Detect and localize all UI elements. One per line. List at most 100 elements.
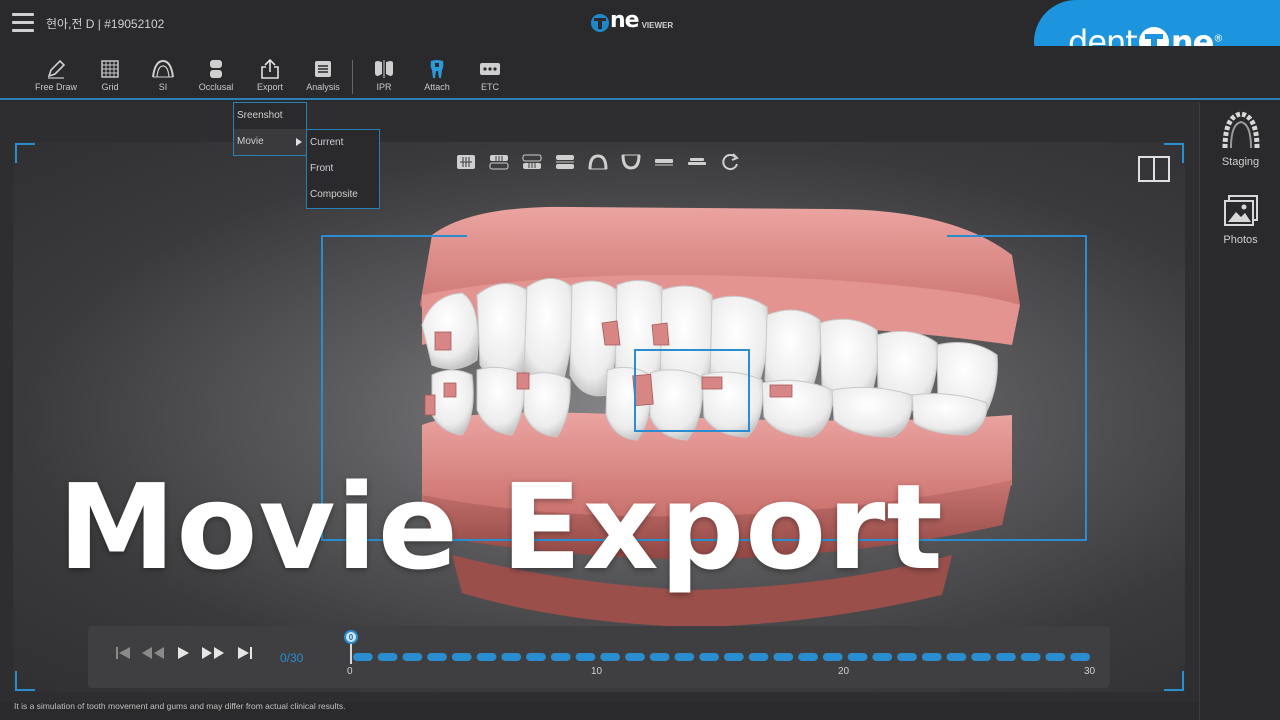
split-view-icon[interactable] — [1138, 156, 1170, 182]
occlusal-button[interactable]: Occlusal — [188, 58, 244, 92]
menu-item-movie[interactable]: Movie — [234, 129, 306, 155]
submenu-item-composite[interactable]: Composite — [307, 182, 379, 208]
etc-button[interactable]: ETC — [462, 58, 518, 92]
attach-button[interactable]: Attach — [409, 58, 465, 92]
timeline-track[interactable] — [350, 653, 1092, 661]
hamburger-menu-icon[interactable] — [12, 13, 34, 33]
lower-arch-icon — [621, 154, 641, 170]
play-icon[interactable] — [176, 646, 190, 666]
free-draw-button[interactable]: Free Draw — [28, 58, 84, 92]
menu-item-screenshot[interactable]: Sreenshot — [234, 103, 306, 129]
grid-icon — [101, 60, 119, 78]
upper-arch-icon — [588, 154, 608, 170]
timeline-step-18[interactable] — [773, 653, 794, 661]
timeline-step-4[interactable] — [427, 653, 447, 661]
disclaimer-text: It is a simulation of tooth movement and… — [14, 701, 346, 711]
analysis-icon — [315, 61, 331, 77]
viewport-corner-br — [1164, 671, 1184, 691]
headline-title: Movie Export — [58, 458, 944, 596]
skip-to-start-icon[interactable] — [114, 646, 132, 666]
timeline-step-5[interactable] — [451, 653, 472, 661]
timeline-step-19[interactable] — [798, 653, 818, 661]
timeline-step-6[interactable] — [476, 653, 497, 661]
timeline-step-29[interactable] — [1045, 653, 1066, 661]
timeline-step-3[interactable] — [402, 653, 423, 661]
timeline-step-1[interactable] — [353, 653, 373, 661]
analysis-button[interactable]: Analysis — [295, 58, 351, 92]
timeline-step-25[interactable] — [946, 653, 967, 661]
timeline-step-12[interactable] — [625, 653, 645, 661]
right-sidebar: Staging Photos — [1199, 102, 1280, 720]
oneviewer-logo: ne VIEWER — [590, 9, 673, 33]
rotate-view-button[interactable] — [719, 152, 741, 172]
frame-counter: 0/30 — [280, 651, 304, 665]
playback-bar: 0/30 0 0 10 20 30 — [88, 626, 1110, 688]
side-upper-icon — [655, 159, 673, 166]
viewer-logo-sub: VIEWER — [641, 21, 674, 30]
timeline-step-27[interactable] — [996, 653, 1016, 661]
grid-button[interactable]: Grid — [82, 58, 138, 92]
photos-button[interactable]: Photos — [1200, 194, 1280, 246]
si-arch-icon — [152, 59, 174, 78]
lower-front-button[interactable] — [521, 152, 543, 172]
arch-staging-icon — [1222, 111, 1259, 149]
timeline-step-16[interactable] — [724, 653, 744, 661]
bite-view-icon — [556, 155, 574, 169]
upper-front-icon — [489, 155, 509, 170]
side-lower-button[interactable] — [686, 152, 708, 172]
front-view-button[interactable] — [455, 152, 477, 172]
ipr-icon — [375, 60, 393, 78]
timeline-step-11[interactable] — [600, 653, 620, 661]
submenu-arrow-icon — [296, 138, 302, 146]
bite-view-button[interactable] — [554, 152, 576, 172]
tooth-attach-icon — [430, 60, 444, 78]
toolbar-divider — [352, 60, 353, 94]
lower-arch-button[interactable] — [620, 152, 642, 172]
timeline-step-14[interactable] — [674, 653, 695, 661]
upper-front-button[interactable] — [488, 152, 510, 172]
timeline-step-30[interactable] — [1070, 653, 1090, 661]
upper-arch-button[interactable] — [587, 152, 609, 172]
rotate-icon — [722, 153, 739, 171]
timeline-step-22[interactable] — [872, 653, 893, 661]
submenu-item-current[interactable]: Current — [307, 130, 379, 156]
tick-label-0: 0 — [347, 666, 353, 677]
timeline-step-10[interactable] — [575, 653, 596, 661]
si-button[interactable]: SI — [135, 58, 191, 92]
focus-box — [634, 349, 750, 432]
timeline-step-8[interactable] — [526, 653, 546, 661]
submenu-item-front[interactable]: Front — [307, 156, 379, 182]
export-icon — [261, 58, 279, 79]
timeline-step-13[interactable] — [649, 653, 670, 661]
fast-forward-icon[interactable] — [200, 646, 226, 666]
photos-icon — [1223, 195, 1258, 226]
timeline-step-9[interactable] — [550, 653, 571, 661]
occlusal-icon — [210, 60, 222, 78]
timeline-step-20[interactable] — [822, 653, 843, 661]
timeline-step-17[interactable] — [748, 653, 769, 661]
rewind-icon[interactable] — [140, 646, 166, 666]
side-lower-icon — [688, 158, 706, 165]
staging-button[interactable]: Staging — [1200, 110, 1280, 168]
view-controls — [455, 152, 741, 172]
lower-front-icon — [522, 154, 542, 169]
timeline-step-21[interactable] — [847, 653, 868, 661]
timeline-step-7[interactable] — [501, 653, 522, 661]
timeline-step-24[interactable] — [921, 653, 942, 661]
scrub-line — [350, 644, 352, 664]
export-button[interactable]: Export — [242, 58, 298, 92]
timeline-step-15[interactable] — [699, 653, 719, 661]
timeline-step-23[interactable] — [897, 653, 917, 661]
side-upper-button[interactable] — [653, 152, 675, 172]
tick-label-20: 20 — [838, 666, 850, 677]
front-view-icon — [457, 155, 475, 169]
timeline-step-2[interactable] — [377, 653, 398, 661]
timeline-step-28[interactable] — [1020, 653, 1041, 661]
scrub-handle[interactable]: 0 — [344, 630, 358, 644]
menu-item-movie-label: Movie — [237, 136, 264, 147]
skip-to-end-icon[interactable] — [236, 646, 254, 666]
patient-info: 현아,전 D | #19052102 — [46, 17, 165, 31]
ipr-button[interactable]: IPR — [356, 58, 412, 92]
viewport-corner-bl — [15, 671, 35, 691]
timeline-step-26[interactable] — [971, 653, 991, 661]
